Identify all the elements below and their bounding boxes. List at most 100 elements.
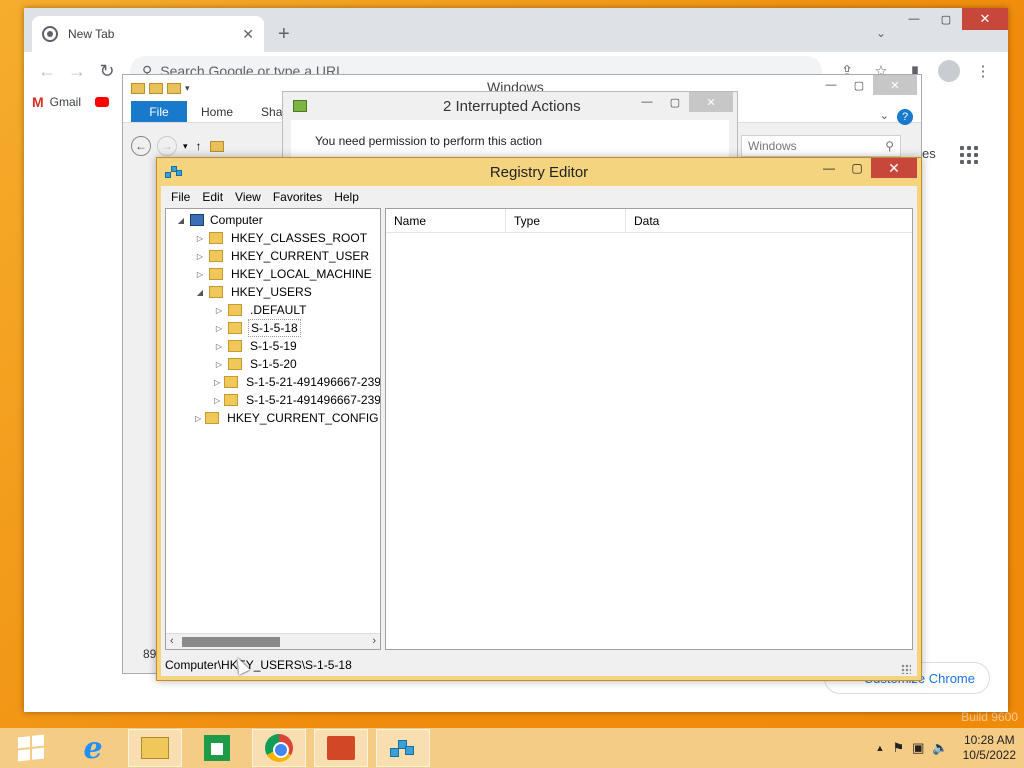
expand-icon[interactable]: ▷	[214, 396, 220, 405]
tab-search-icon[interactable]: ⌄	[876, 26, 886, 40]
maximize-icon[interactable]: ▢	[845, 75, 873, 95]
taskbar-store[interactable]	[190, 729, 244, 767]
back-button[interactable]: ←	[131, 136, 151, 156]
tree-node[interactable]: ▷ S-1-5-20	[166, 355, 380, 373]
taskbar-internet-explorer[interactable]: e	[66, 729, 120, 767]
file-explorer-icon	[141, 737, 169, 759]
maximize-icon[interactable]: ▢	[843, 158, 871, 178]
explorer-window-controls: — ▢ ✕	[817, 75, 917, 95]
close-icon[interactable]: ✕	[871, 158, 917, 178]
tree-node[interactable]: ◢ HKEY_USERS	[166, 283, 380, 301]
new-folder-icon[interactable]	[167, 82, 181, 94]
tree-node[interactable]: ▷ S-1-5-21-491496667-2395	[166, 391, 380, 409]
minimize-icon[interactable]: —	[817, 75, 845, 95]
expand-icon[interactable]: ▷	[195, 252, 205, 261]
expand-icon[interactable]: ▷	[195, 414, 201, 423]
tree-node[interactable]: ▷ S-1-5-18	[166, 319, 380, 337]
recent-locations-icon[interactable]: ▾	[183, 141, 188, 152]
column-header-type[interactable]: Type	[506, 209, 626, 232]
chrome-tab-strip: New Tab ✕ + ⌄ — ▢ ✕	[24, 8, 1008, 52]
regedit-window-controls: — ▢ ✕	[815, 158, 917, 178]
close-icon[interactable]: ✕	[689, 92, 733, 112]
tree-node[interactable]: ▷ S-1-5-19	[166, 337, 380, 355]
back-button[interactable]: ←	[32, 61, 62, 82]
bookmark-gmail[interactable]: M Gmail	[32, 94, 81, 110]
bookmark-youtube[interactable]	[95, 97, 110, 107]
qat-dropdown-icon[interactable]: ▾	[185, 83, 190, 94]
menu-edit[interactable]: Edit	[196, 190, 229, 204]
tab-file[interactable]: File	[131, 101, 187, 122]
collapse-icon[interactable]: ◢	[176, 216, 186, 225]
action-center-flag-icon[interactable]: ⚑	[892, 740, 904, 756]
tree-node[interactable]: ▷ HKEY_CLASSES_ROOT	[166, 229, 380, 247]
regedit-title-bar[interactable]: Registry Editor — ▢ ✕	[157, 158, 921, 186]
tree-node[interactable]: ▷ S-1-5-21-491496667-2395	[166, 373, 380, 391]
regedit-menu-bar: File Edit View Favorites Help	[161, 186, 917, 208]
tree-node-label: HKEY_USERS	[231, 285, 312, 299]
expand-icon[interactable]: ▷	[214, 306, 224, 315]
google-apps-icon[interactable]	[960, 146, 978, 164]
expand-icon[interactable]: ▷	[195, 270, 205, 279]
help-icon[interactable]: ?	[897, 109, 913, 125]
tree-node[interactable]: ◢ Computer	[166, 211, 380, 229]
expand-icon[interactable]: ▷	[195, 234, 205, 243]
reload-button[interactable]: ↻	[92, 61, 122, 82]
taskbar-registry-editor[interactable]	[376, 729, 430, 767]
resize-grip-icon[interactable]	[901, 664, 911, 674]
expand-icon[interactable]: ▷	[214, 360, 224, 369]
clock[interactable]: 10:28 AM 10/5/2022	[963, 733, 1016, 763]
menu-favorites[interactable]: Favorites	[267, 190, 328, 204]
profile-avatar[interactable]	[938, 60, 960, 82]
tree-node-label: HKEY_CURRENT_USER	[231, 249, 370, 263]
expand-icon[interactable]: ▷	[214, 378, 220, 387]
close-icon[interactable]: ✕	[962, 8, 1008, 30]
scrollbar-thumb[interactable]	[182, 637, 280, 647]
show-hidden-icons-icon[interactable]: ▲	[876, 743, 885, 753]
menu-view[interactable]: View	[229, 190, 267, 204]
network-icon[interactable]: ▣	[912, 740, 924, 756]
tab-home[interactable]: Home	[187, 101, 247, 122]
registry-values-list[interactable]: Name Type Data	[385, 208, 913, 650]
close-icon[interactable]: ✕	[873, 75, 917, 95]
expand-icon[interactable]: ▷	[214, 342, 224, 351]
internet-explorer-icon: e	[83, 730, 103, 766]
chrome-icon	[265, 734, 293, 762]
tree-horizontal-scrollbar[interactable]: ‹ ›	[166, 633, 380, 649]
scroll-right-icon[interactable]: ›	[372, 635, 376, 647]
tree-node[interactable]: ▷ HKEY_LOCAL_MACHINE	[166, 265, 380, 283]
up-button[interactable]: ↑	[196, 139, 202, 153]
new-tab-button[interactable]: +	[278, 24, 290, 44]
dialog-window-controls: — ▢ ✕	[633, 92, 733, 112]
minimize-icon[interactable]: —	[633, 92, 661, 112]
minimize-icon[interactable]: —	[898, 8, 930, 30]
explorer-search-input[interactable]: Windows ⚲	[741, 135, 901, 157]
forward-button[interactable]: →	[157, 136, 177, 156]
forward-button[interactable]: →	[62, 61, 92, 82]
collapse-icon[interactable]: ◢	[195, 288, 205, 297]
column-header-name[interactable]: Name	[386, 209, 506, 232]
close-tab-icon[interactable]: ✕	[242, 26, 254, 43]
registry-key-tree[interactable]: ◢ Computer ▷ HKEY_CLASSES_ROOT ▷ HKEY_CURRENT…	[165, 208, 381, 650]
menu-help[interactable]: Help	[328, 190, 365, 204]
properties-icon[interactable]	[149, 82, 163, 94]
tab-new-tab[interactable]: New Tab ✕	[32, 16, 264, 52]
maximize-icon[interactable]: ▢	[661, 92, 689, 112]
tree-node[interactable]: ▷ HKEY_CURRENT_USER	[166, 247, 380, 265]
volume-muted-icon[interactable]: 🔈	[932, 740, 948, 756]
maximize-icon[interactable]: ▢	[930, 8, 962, 30]
ribbon-expand-icon[interactable]: ⌄	[880, 109, 889, 122]
taskbar-file-explorer[interactable]	[128, 729, 182, 767]
scroll-left-icon[interactable]: ‹	[170, 635, 174, 647]
expand-icon[interactable]: ▷	[214, 324, 224, 333]
start-button[interactable]	[4, 729, 58, 767]
tree-node[interactable]: ▷ .DEFAULT	[166, 301, 380, 319]
minimize-icon[interactable]: —	[815, 158, 843, 178]
taskbar-chrome[interactable]	[252, 729, 306, 767]
column-header-data[interactable]: Data	[626, 209, 912, 232]
menu-file[interactable]: File	[165, 190, 196, 204]
tree-node[interactable]: ▷ HKEY_CURRENT_CONFIG	[166, 409, 380, 427]
menu-kebab-icon[interactable]: ⋮	[966, 62, 1000, 80]
taskbar-people[interactable]	[314, 729, 368, 767]
tree-node-label: HKEY_CURRENT_CONFIG	[227, 411, 379, 425]
tree-node-label: S-1-5-19	[250, 339, 297, 353]
